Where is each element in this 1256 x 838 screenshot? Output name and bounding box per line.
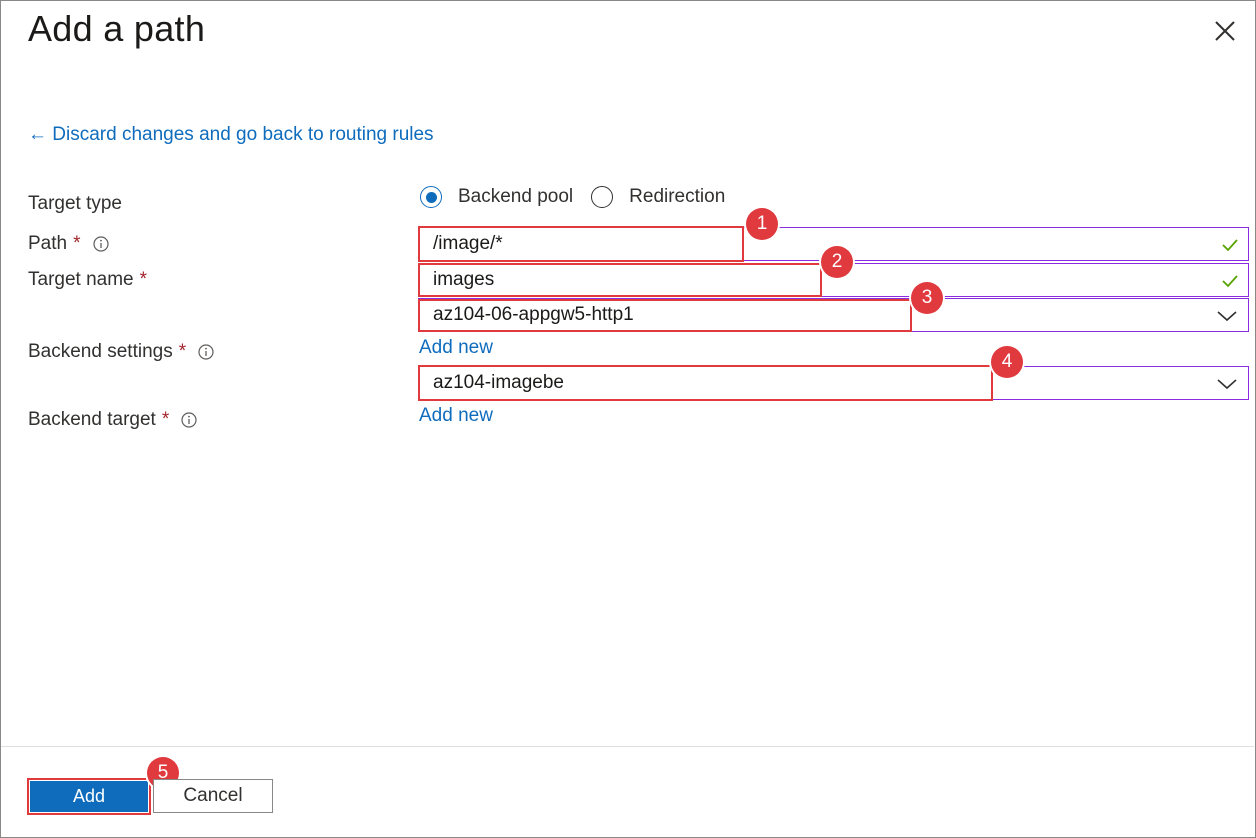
backend-settings-label: Backend settings * bbox=[28, 341, 214, 363]
required-marker: * bbox=[178, 341, 187, 362]
backend-target-dropdown[interactable]: az104-imagebe bbox=[418, 366, 1249, 400]
required-marker: * bbox=[161, 409, 170, 430]
backend-settings-dropdown[interactable]: az104-06-appgw5-http1 bbox=[418, 298, 1249, 332]
target-type-label: Target type bbox=[28, 193, 122, 214]
valid-check-icon bbox=[1222, 275, 1238, 288]
step-badge-4: 4 bbox=[991, 346, 1023, 378]
info-icon[interactable] bbox=[181, 412, 197, 428]
info-icon[interactable] bbox=[198, 344, 214, 360]
backend-target-add-new-link[interactable]: Add new bbox=[419, 405, 493, 427]
info-icon[interactable] bbox=[92, 236, 109, 252]
step-badge-3: 3 bbox=[911, 282, 943, 314]
discard-changes-link[interactable]: ← Discard changes and go back to routing… bbox=[28, 124, 434, 146]
radio-backend-pool[interactable] bbox=[420, 186, 442, 208]
page-title: Add a path bbox=[28, 8, 206, 49]
required-marker: * bbox=[139, 269, 148, 290]
required-marker: * bbox=[73, 233, 81, 254]
radio-redirection-label[interactable]: Redirection bbox=[629, 186, 725, 208]
step-badge-1: 1 bbox=[746, 208, 778, 240]
close-icon bbox=[1215, 21, 1235, 41]
target-name-label: Target name * bbox=[28, 269, 148, 290]
add-button[interactable]: Add bbox=[30, 781, 148, 812]
backend-target-label: Backend target * bbox=[28, 409, 197, 431]
valid-check-icon bbox=[1222, 239, 1238, 252]
close-button[interactable] bbox=[1208, 14, 1242, 48]
target-type-radio-group: Backend pool Redirection bbox=[420, 186, 743, 208]
radio-redirection[interactable] bbox=[591, 186, 614, 208]
cancel-button[interactable]: Cancel bbox=[153, 779, 273, 813]
footer-divider bbox=[1, 746, 1254, 747]
backend-settings-add-new-link[interactable]: Add new bbox=[419, 337, 493, 359]
path-label: Path * bbox=[28, 233, 109, 255]
step-badge-2: 2 bbox=[821, 246, 853, 278]
chevron-down-icon bbox=[1217, 379, 1237, 390]
radio-backend-pool-label[interactable]: Backend pool bbox=[458, 186, 573, 208]
chevron-down-icon bbox=[1217, 311, 1237, 322]
